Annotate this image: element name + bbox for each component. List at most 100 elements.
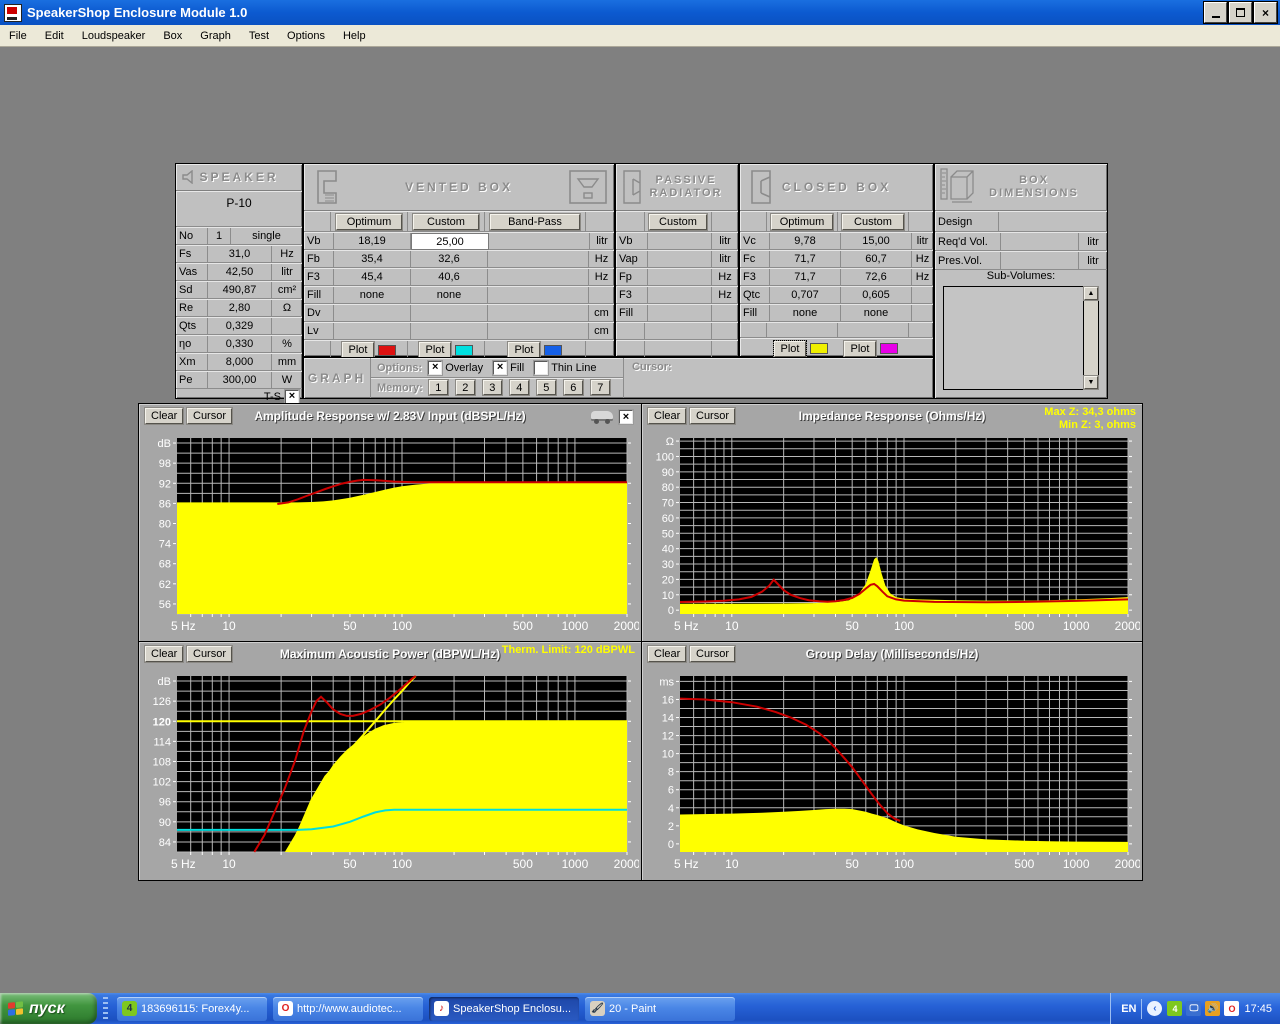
- taskbar-task-speakershop[interactable]: ♪SpeakerShop Enclosu...: [429, 997, 579, 1021]
- network-icon[interactable]: 🖵: [1186, 1001, 1201, 1016]
- row-value[interactable]: [1001, 233, 1079, 251]
- opera-icon[interactable]: O: [1224, 1001, 1239, 1016]
- graph-controls-bar: GRAPH Options: ×Overlay×FillThin Line Me…: [303, 357, 934, 399]
- optimum-value: 71,7: [770, 269, 841, 286]
- pr-custom-button[interactable]: Custom: [649, 214, 707, 230]
- menu-item-edit[interactable]: Edit: [36, 25, 73, 46]
- minimize-button[interactable]: [1204, 2, 1227, 23]
- ts-checkbox[interactable]: ×: [285, 390, 299, 404]
- svg-text:30: 30: [662, 559, 674, 571]
- amplitude-plot[interactable]: dB98928680746862565 Hz105010050010002000: [141, 430, 639, 638]
- option-fill[interactable]: ×Fill: [493, 361, 524, 375]
- param-label: Sd: [176, 282, 208, 299]
- menu-item-test[interactable]: Test: [240, 25, 278, 46]
- param-unit: %: [272, 336, 302, 353]
- memory-button-5[interactable]: 5: [537, 380, 556, 395]
- overlay-checkbox[interactable]: ×: [428, 361, 442, 375]
- memory-button-1[interactable]: 1: [429, 380, 448, 395]
- pr-row-f3: F3Hz: [616, 286, 738, 304]
- option-overlay[interactable]: ×Overlay: [428, 361, 483, 375]
- closed-optimum-button[interactable]: Optimum: [771, 214, 833, 230]
- memory-button-2[interactable]: 2: [456, 380, 475, 395]
- svg-text:500: 500: [513, 857, 533, 871]
- group-delay-plot[interactable]: ms16141210864205 Hz105010050010002000: [644, 668, 1140, 876]
- max-power-plot[interactable]: dB1261201141081029690845 Hz1050100500100…: [141, 668, 639, 876]
- svg-text:2000: 2000: [614, 619, 639, 633]
- taskbar-task-icq[interactable]: 4183696115: Forex4y...: [117, 997, 267, 1021]
- taskbar-task-paint[interactable]: 🖌20 - Paint: [585, 997, 735, 1021]
- row-label: Pres.Vol.: [935, 252, 1001, 270]
- plot-button[interactable]: Plot: [774, 341, 807, 357]
- memory-button-7[interactable]: 7: [591, 380, 610, 395]
- custom-value: [411, 305, 488, 322]
- bandpass-value: [489, 233, 590, 250]
- param-label: Pe: [176, 372, 208, 389]
- plot-color-swatch: [880, 343, 898, 354]
- svg-text:90: 90: [159, 817, 171, 829]
- menu-item-file[interactable]: File: [0, 25, 36, 46]
- svg-text:40: 40: [662, 544, 674, 556]
- memory-label: Memory:: [377, 382, 423, 394]
- thin-line-checkbox[interactable]: [534, 361, 548, 375]
- speaker-model[interactable]: P-10: [176, 191, 302, 227]
- quicklaunch-handle[interactable]: [103, 997, 108, 1021]
- param-value: 300,00: [208, 372, 272, 389]
- svg-text:80: 80: [662, 482, 674, 494]
- menu-item-loudspeaker[interactable]: Loudspeaker: [73, 25, 155, 46]
- checkbox-label: Overlay: [445, 362, 483, 374]
- row-value[interactable]: [1001, 252, 1079, 270]
- icq-icon[interactable]: 4: [1167, 1001, 1182, 1016]
- optimum-value: none: [334, 287, 411, 304]
- design-value[interactable]: [999, 212, 1107, 232]
- closed-custom-button[interactable]: Custom: [842, 214, 904, 230]
- impedance-plot[interactable]: Ω10090807060504030201005 Hz1050100500100…: [644, 430, 1140, 638]
- restore-button[interactable]: [1229, 2, 1252, 23]
- scroll-up-icon[interactable]: ▲: [1084, 287, 1098, 300]
- custom-value[interactable]: 25,00: [411, 233, 489, 250]
- fill-checkbox[interactable]: ×: [493, 361, 507, 375]
- vented-optimum-button[interactable]: Optimum: [336, 214, 402, 230]
- memory-button-3[interactable]: 3: [483, 380, 502, 395]
- bandpass-value: [488, 305, 589, 322]
- svg-text:108: 108: [153, 756, 171, 768]
- plot-button[interactable]: Plot: [844, 341, 877, 357]
- menu-item-graph[interactable]: Graph: [191, 25, 240, 46]
- option-thin-line[interactable]: Thin Line: [534, 361, 596, 375]
- svg-text:5 Hz: 5 Hz: [171, 619, 196, 633]
- speaker-no-type[interactable]: single: [231, 228, 302, 245]
- subvolumes-listbox[interactable]: ▲ ▼: [943, 286, 1099, 390]
- menu-item-options[interactable]: Options: [278, 25, 334, 46]
- plot-button[interactable]: Plot: [342, 342, 375, 358]
- task-label: http://www.audiotec...: [297, 1003, 402, 1015]
- svg-text:50: 50: [662, 528, 674, 540]
- scroll-down-icon[interactable]: ▼: [1084, 376, 1098, 389]
- row-value: [648, 305, 712, 322]
- memory-button-4[interactable]: 4: [510, 380, 529, 395]
- svg-text:2000: 2000: [1115, 857, 1140, 871]
- vented-custom-button[interactable]: Custom: [413, 214, 479, 230]
- svg-text:50: 50: [845, 619, 859, 633]
- hide-icons-chevron-icon[interactable]: ‹: [1147, 1001, 1162, 1016]
- close-button[interactable]: ×: [1254, 2, 1277, 23]
- speakershop-icon: ♪: [434, 1001, 449, 1016]
- subvolumes-scrollbar[interactable]: ▲ ▼: [1083, 287, 1098, 389]
- opera-icon: O: [278, 1001, 293, 1016]
- language-indicator[interactable]: EN: [1121, 1003, 1136, 1015]
- optimum-value: 0,707: [770, 287, 841, 304]
- taskbar: пуск 4183696115: Forex4y...Ohttp://www.a…: [0, 993, 1280, 1024]
- speaker-no-value[interactable]: 1: [208, 228, 231, 245]
- plot-button[interactable]: Plot: [419, 342, 452, 358]
- custom-value: none: [411, 287, 488, 304]
- volume-icon[interactable]: 🔊: [1205, 1001, 1220, 1016]
- start-button[interactable]: пуск: [0, 993, 97, 1024]
- svg-text:6: 6: [668, 785, 674, 797]
- taskbar-task-opera[interactable]: Ohttp://www.audiotec...: [273, 997, 423, 1021]
- memory-button-6[interactable]: 6: [564, 380, 583, 395]
- plot-color-swatch: [455, 345, 473, 356]
- menu-item-help[interactable]: Help: [334, 25, 375, 46]
- speaker-param-row: Sd490,87cm²: [176, 281, 302, 299]
- menu-item-box[interactable]: Box: [154, 25, 191, 46]
- chart-print-checkbox[interactable]: ×: [619, 410, 633, 424]
- vented-band-pass-button[interactable]: Band-Pass: [490, 214, 580, 230]
- plot-button[interactable]: Plot: [508, 342, 541, 358]
